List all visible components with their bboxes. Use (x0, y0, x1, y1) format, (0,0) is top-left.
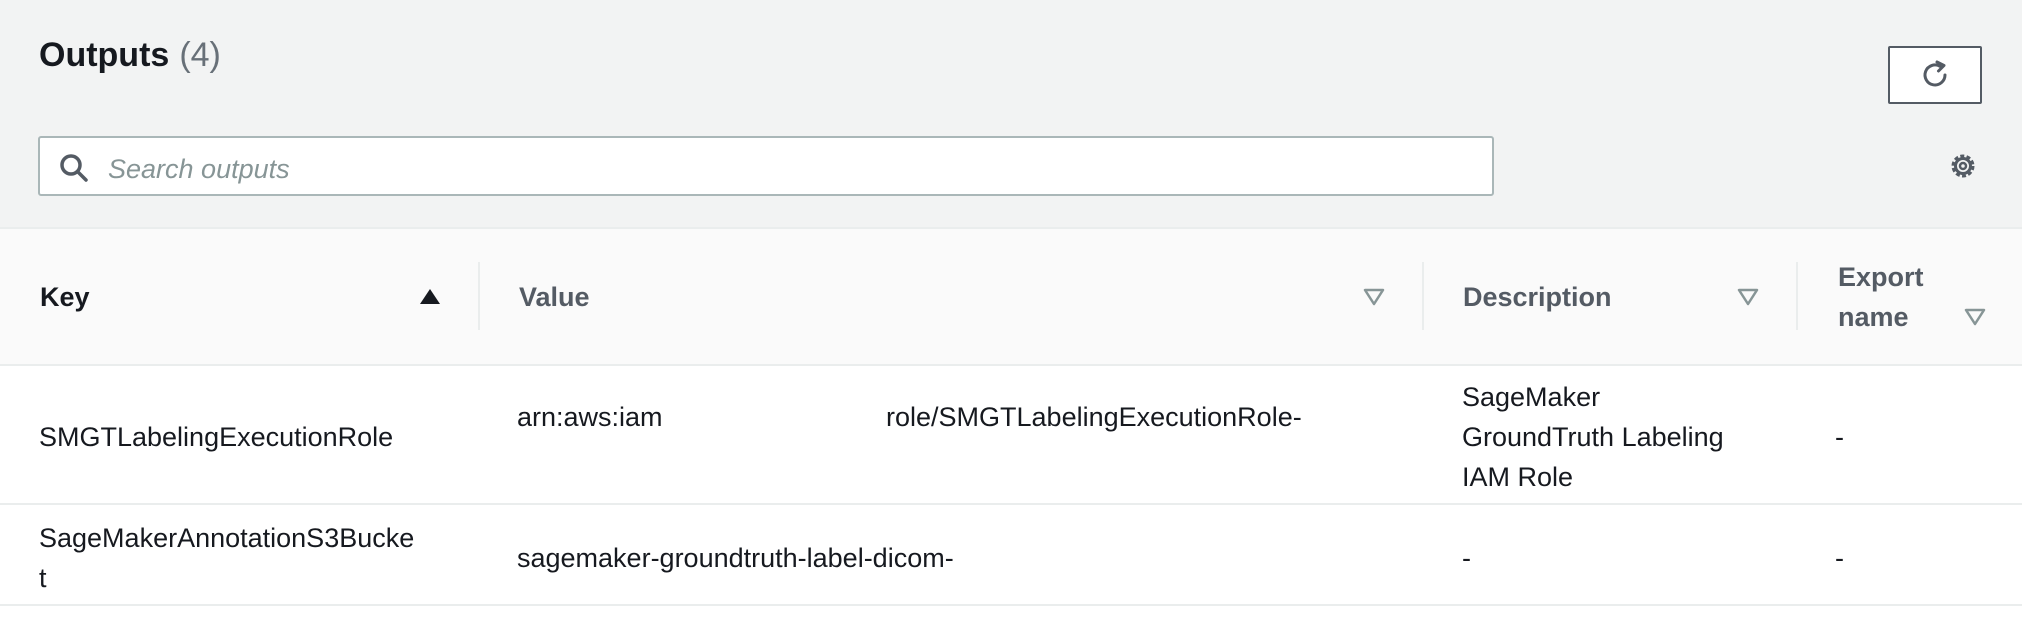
row-2-description: - (1462, 543, 1471, 573)
row-1-description-line2: GroundTruth Labeling (1462, 422, 1724, 452)
column-header-description[interactable]: Description (1463, 282, 1612, 313)
column-separator[interactable] (1796, 262, 1798, 330)
search-field[interactable]: Search outputs (38, 136, 1494, 196)
row-1-value-part1: arn:aws:iam (517, 402, 663, 432)
sort-ascending-icon[interactable] (418, 287, 442, 307)
table-header (0, 229, 2022, 365)
column-header-key[interactable]: Key (40, 282, 90, 313)
sort-indicator-icon[interactable] (1963, 307, 1987, 327)
refresh-icon (1923, 60, 1947, 87)
page-title: Outputs (4) (39, 36, 221, 75)
outputs-count: (4) (179, 36, 221, 74)
column-header-export-name-line1[interactable]: Export (1838, 262, 1924, 293)
row-divider (0, 503, 2022, 505)
gear-icon[interactable] (1946, 149, 1980, 183)
row-2-value: sagemaker-groundtruth-label-dicom- (517, 543, 954, 573)
title-text: Outputs (39, 36, 170, 74)
column-separator[interactable] (1422, 262, 1424, 330)
search-input[interactable]: Search outputs (108, 154, 290, 185)
row-divider (0, 604, 2022, 606)
sort-indicator-icon[interactable] (1362, 287, 1386, 307)
row-1-key: SMGTLabelingExecutionRole (39, 422, 394, 452)
row-1-description-line1: SageMaker (1462, 382, 1601, 412)
column-header-value[interactable]: Value (519, 282, 590, 313)
row-1-value-part2: role/SMGTLabelingExecutionRole- (886, 402, 1302, 432)
sort-indicator-icon[interactable] (1736, 287, 1760, 307)
outputs-panel-header: Outputs (4) Search outputs (0, 0, 2022, 228)
row-2-export-name: - (1835, 543, 1844, 573)
refresh-button[interactable] (1888, 46, 1982, 104)
search-icon (60, 154, 88, 182)
row-1-export-name: - (1835, 422, 1844, 452)
row-1-description-line3: IAM Role (1462, 462, 1574, 492)
column-header-export-name-line2[interactable]: name (1838, 302, 1909, 333)
row-2-key-line2: t (39, 563, 47, 593)
row-2-key-line1: SageMakerAnnotationS3Bucke (39, 523, 415, 553)
column-separator[interactable] (478, 262, 480, 330)
